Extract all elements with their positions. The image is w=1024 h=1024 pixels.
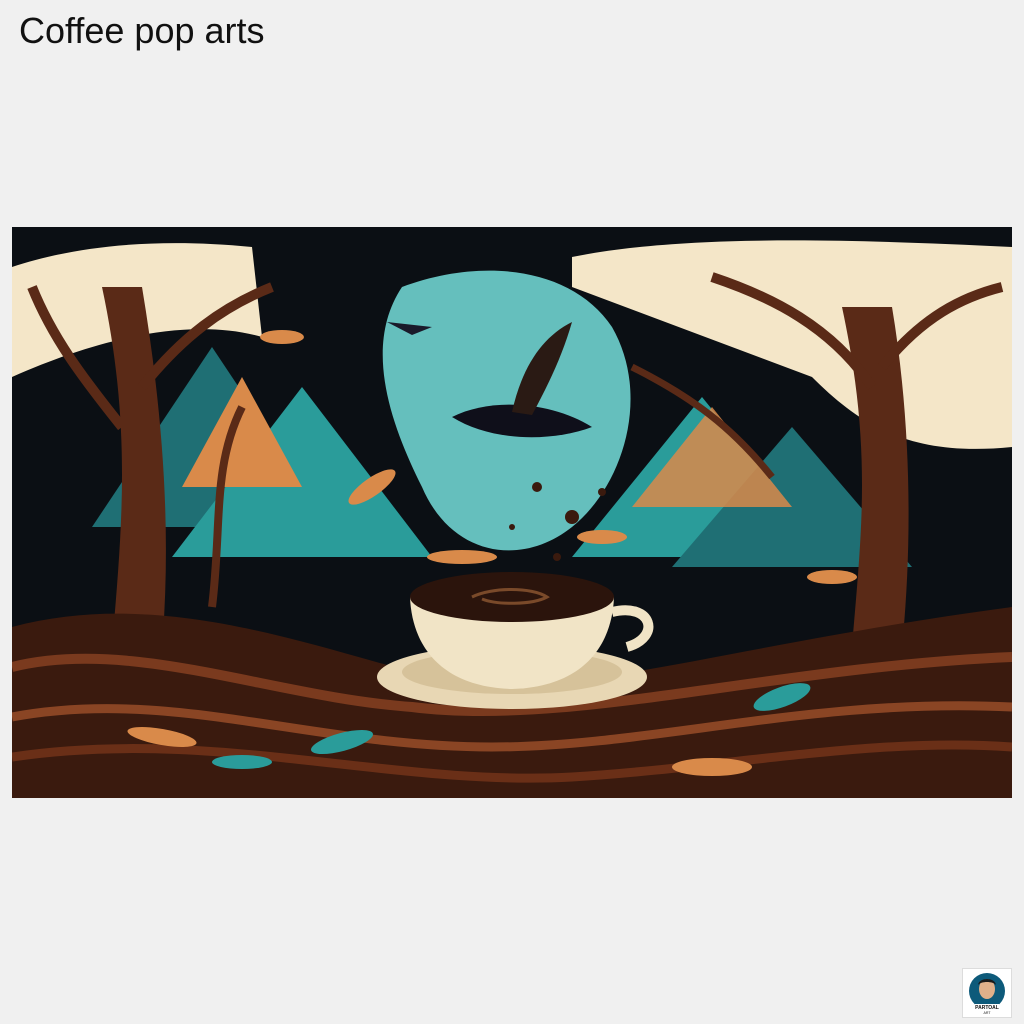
portrait-logo-icon: PARTOAL ART — [969, 973, 1005, 1015]
coffee-artwork-image — [12, 227, 1012, 798]
page-title: Coffee pop arts — [19, 10, 265, 51]
brand-logo: PARTOAL ART — [962, 968, 1012, 1018]
svg-text:ART: ART — [984, 1011, 992, 1015]
